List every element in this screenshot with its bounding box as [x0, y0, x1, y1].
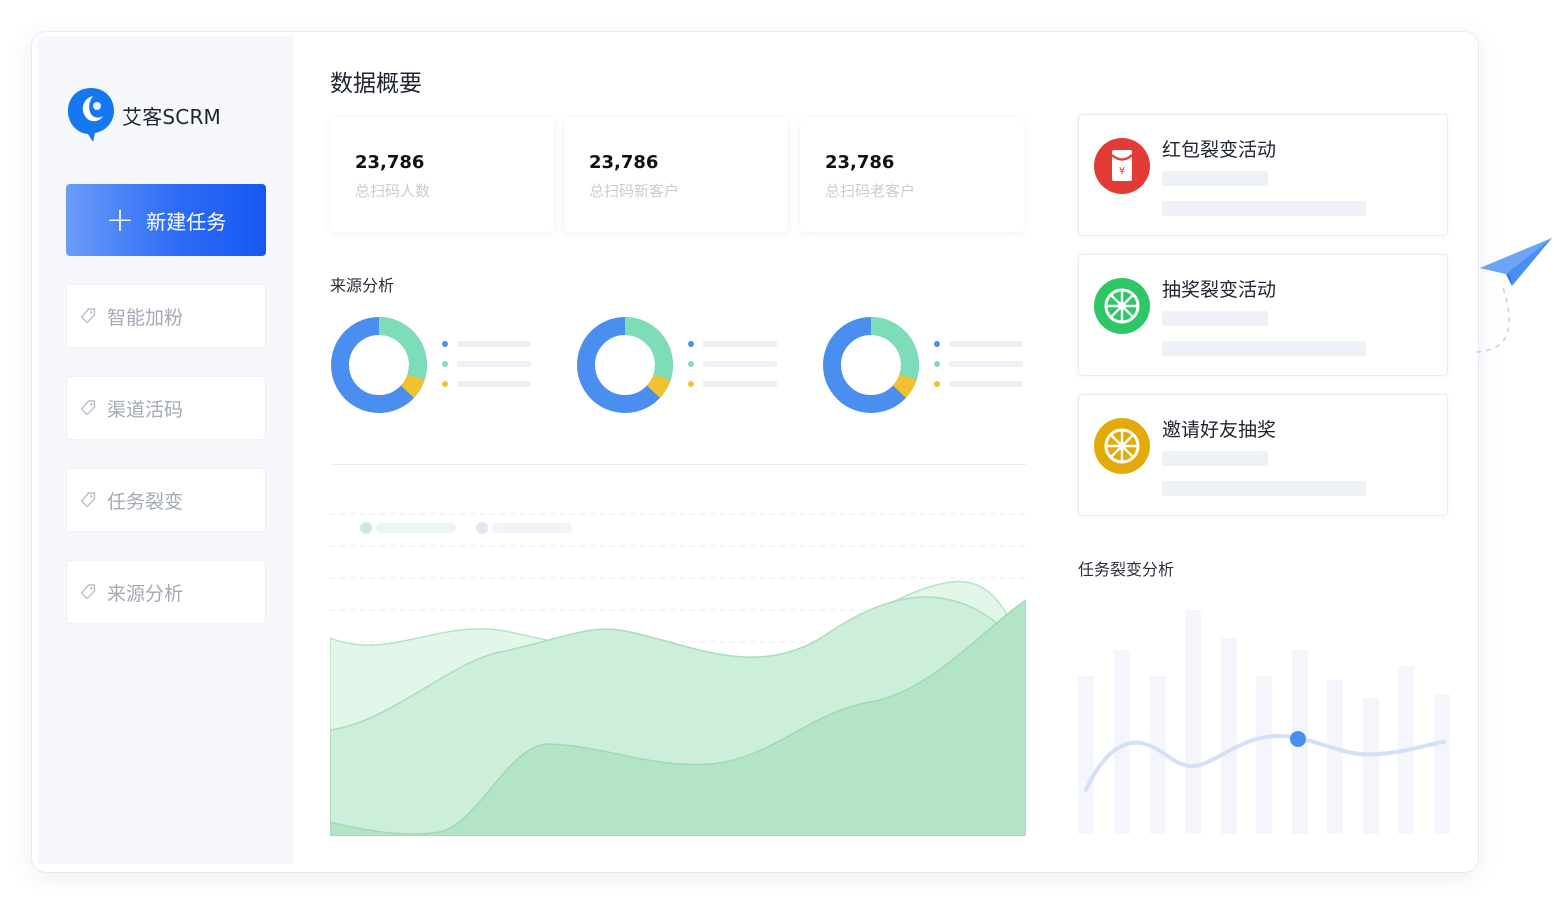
- legend-placeholder: [949, 341, 1023, 347]
- tag-icon: [80, 308, 96, 324]
- prize-wheel-icon: [1094, 278, 1150, 334]
- placeholder-line: [1162, 171, 1268, 186]
- legend-dot: [688, 341, 694, 347]
- sidebar-item-label: 智能加粉: [107, 306, 184, 329]
- legend-dot: [442, 361, 448, 367]
- sidebar: 艾客SCRM + 新建任务 智能加粉 渠道活码 任务裂变 来源分析: [38, 36, 294, 864]
- legend-dot: [688, 381, 694, 387]
- donut-ring: [823, 317, 919, 413]
- legend-dot: [934, 341, 940, 347]
- bars: [1078, 610, 1450, 834]
- placeholder-line: [1162, 481, 1366, 496]
- legend-row: [442, 360, 532, 368]
- legend-placeholder: [949, 361, 1023, 367]
- activity-card-invite-lottery[interactable]: 邀请好友抽奖: [1078, 394, 1448, 516]
- activity-card-lottery-fission[interactable]: 抽奖裂变活动: [1078, 254, 1448, 376]
- legend-dot: [442, 381, 448, 387]
- legend-row: [688, 380, 778, 388]
- plus-icon: +: [105, 200, 135, 240]
- paper-plane-icon: [1475, 238, 1552, 353]
- sidebar-item-channel-qrcode[interactable]: 渠道活码: [66, 376, 266, 440]
- legend-dot: [934, 381, 940, 387]
- sidebar-item-label: 渠道活码: [107, 398, 184, 421]
- section-divider: [330, 464, 1026, 465]
- placeholder-line: [1162, 201, 1366, 216]
- donut-ring: [331, 317, 427, 413]
- logo-icon: [68, 88, 114, 142]
- app-window: 艾客SCRM + 新建任务 智能加粉 渠道活码 任务裂变 来源分析 数据概要 2…: [32, 32, 1478, 872]
- sidebar-item-source-analysis[interactable]: 来源分析: [66, 560, 266, 624]
- donut-ring: [577, 317, 673, 413]
- stat-card-new-customers: 23,786 总扫码新客户: [564, 118, 788, 232]
- placeholder-line: [1162, 311, 1268, 326]
- app-logo[interactable]: 艾客SCRM: [66, 86, 221, 144]
- area-chart: [330, 513, 1026, 836]
- activity-title: 邀请好友抽奖: [1162, 419, 1277, 441]
- legend-placeholder: [457, 381, 531, 387]
- red-envelope-icon: ¥: [1094, 138, 1150, 194]
- legend-dot: [934, 361, 940, 367]
- donut-chart-3: [822, 316, 1032, 416]
- sidebar-item-task-fission[interactable]: 任务裂变: [66, 468, 266, 532]
- stat-value: 23,786: [355, 152, 425, 173]
- activity-card-red-envelope[interactable]: ¥ 红包裂变活动: [1078, 114, 1448, 236]
- legend-row: [934, 340, 1024, 348]
- legend-row: [934, 380, 1024, 388]
- legend-row: [442, 380, 532, 388]
- legend-row: [688, 340, 778, 348]
- stat-label: 总扫码人数: [355, 182, 431, 200]
- stat-value: 23,786: [589, 152, 659, 173]
- sidebar-item-label: 任务裂变: [107, 490, 184, 513]
- stat-card-returning-customers: 23,786 总扫码老客户: [800, 118, 1024, 232]
- legend-dot: [688, 361, 694, 367]
- fission-analysis-title: 任务裂变分析: [1078, 560, 1175, 579]
- legend-placeholder: [457, 361, 531, 367]
- legend-placeholder: [457, 341, 531, 347]
- svg-text:¥: ¥: [1119, 166, 1125, 177]
- trend-point-highlight: [1290, 731, 1306, 747]
- stat-label: 总扫码新客户: [589, 182, 680, 200]
- new-task-button[interactable]: + 新建任务: [66, 184, 266, 256]
- sidebar-item-label: 来源分析: [107, 582, 184, 605]
- donut-chart-1: [330, 316, 540, 416]
- placeholder-line: [1162, 451, 1268, 466]
- stat-label: 总扫码老客户: [825, 182, 916, 200]
- legend-row: [934, 360, 1024, 368]
- legend-dot: [442, 341, 448, 347]
- tag-icon: [80, 400, 96, 416]
- legend-row: [688, 360, 778, 368]
- legend-placeholder: [703, 381, 777, 387]
- sidebar-item-smart-add-fans[interactable]: 智能加粉: [66, 284, 266, 348]
- app-name: 艾客SCRM: [122, 104, 222, 129]
- legend-row: [442, 340, 532, 348]
- placeholder-line: [1162, 341, 1366, 356]
- tag-icon: [80, 492, 96, 508]
- activity-title: 红包裂变活动: [1162, 139, 1277, 161]
- fission-bar-chart: [1078, 610, 1450, 834]
- legend-placeholder: [703, 361, 777, 367]
- prize-wheel-icon: [1094, 418, 1150, 474]
- tag-icon: [80, 584, 96, 600]
- new-task-label: 新建任务: [146, 209, 227, 234]
- stat-card-total-scans: 23,786 总扫码人数: [330, 118, 554, 232]
- activity-title: 抽奖裂变活动: [1162, 279, 1277, 301]
- page-title: 数据概要: [330, 71, 422, 97]
- source-analysis-title: 来源分析: [330, 276, 395, 295]
- stat-value: 23,786: [825, 152, 895, 173]
- legend-placeholder: [703, 341, 777, 347]
- legend-placeholder: [949, 381, 1023, 387]
- donut-chart-2: [576, 316, 786, 416]
